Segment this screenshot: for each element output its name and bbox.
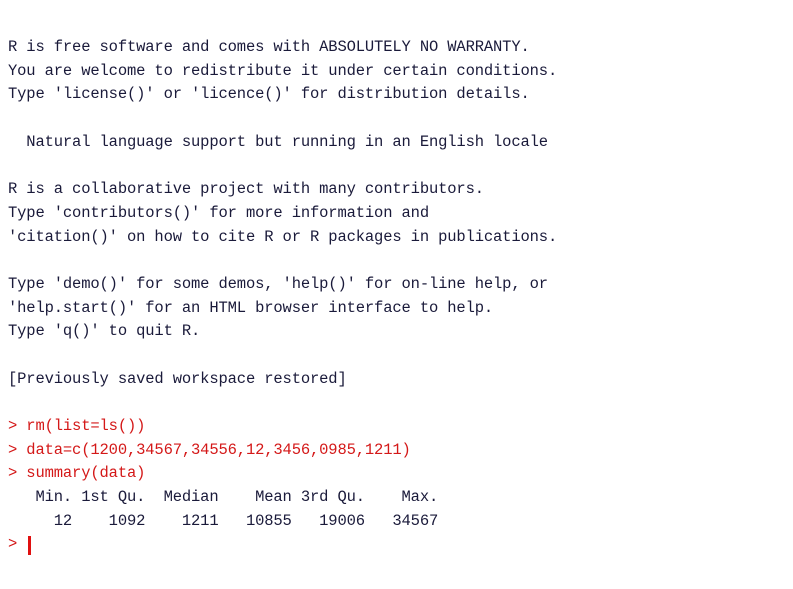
command-line: > rm(list=ls()) bbox=[8, 417, 146, 435]
banner-line: Type 'demo()' for some demos, 'help()' f… bbox=[8, 274, 548, 293]
banner-line: R is free software and comes with ABSOLU… bbox=[8, 38, 530, 56]
r-console[interactable]: R is free software and comes with ABSOLU… bbox=[0, 0, 793, 589]
command-line: > data=c(1200,34567,34556,12,3456,0985,1… bbox=[8, 440, 411, 459]
banner-line: You are welcome to redistribute it under… bbox=[8, 61, 558, 80]
banner-line: 'help.start()' for an HTML browser inter… bbox=[8, 298, 494, 317]
banner-line: Natural language support but running in … bbox=[8, 132, 548, 151]
banner-line: Type 'license()' or 'licence()' for dist… bbox=[8, 85, 530, 104]
banner-line: R is a collaborative project with many c… bbox=[8, 180, 484, 199]
banner-line bbox=[8, 107, 793, 131]
banner-line bbox=[8, 249, 793, 273]
banner-line bbox=[8, 344, 793, 368]
input-prompt-line[interactable]: > bbox=[8, 533, 793, 557]
banner-line bbox=[8, 391, 793, 415]
banner-line: Type 'q()' to quit R. bbox=[8, 322, 201, 341]
banner-line: [Previously saved workspace restored] bbox=[8, 369, 347, 388]
banner-line bbox=[8, 154, 793, 178]
banner-line: 'citation()' on how to cite R or R packa… bbox=[8, 227, 558, 246]
summary-header: Min. 1st Qu. Median Mean 3rd Qu. Max. bbox=[8, 488, 448, 507]
text-cursor bbox=[28, 535, 31, 555]
summary-values: 12 1092 1211 10855 19006 34567 bbox=[8, 511, 448, 530]
banner-line: Type 'contributors()' for more informati… bbox=[8, 203, 429, 222]
command-line: > summary(data) bbox=[8, 464, 146, 483]
prompt-symbol: > bbox=[8, 535, 27, 554]
